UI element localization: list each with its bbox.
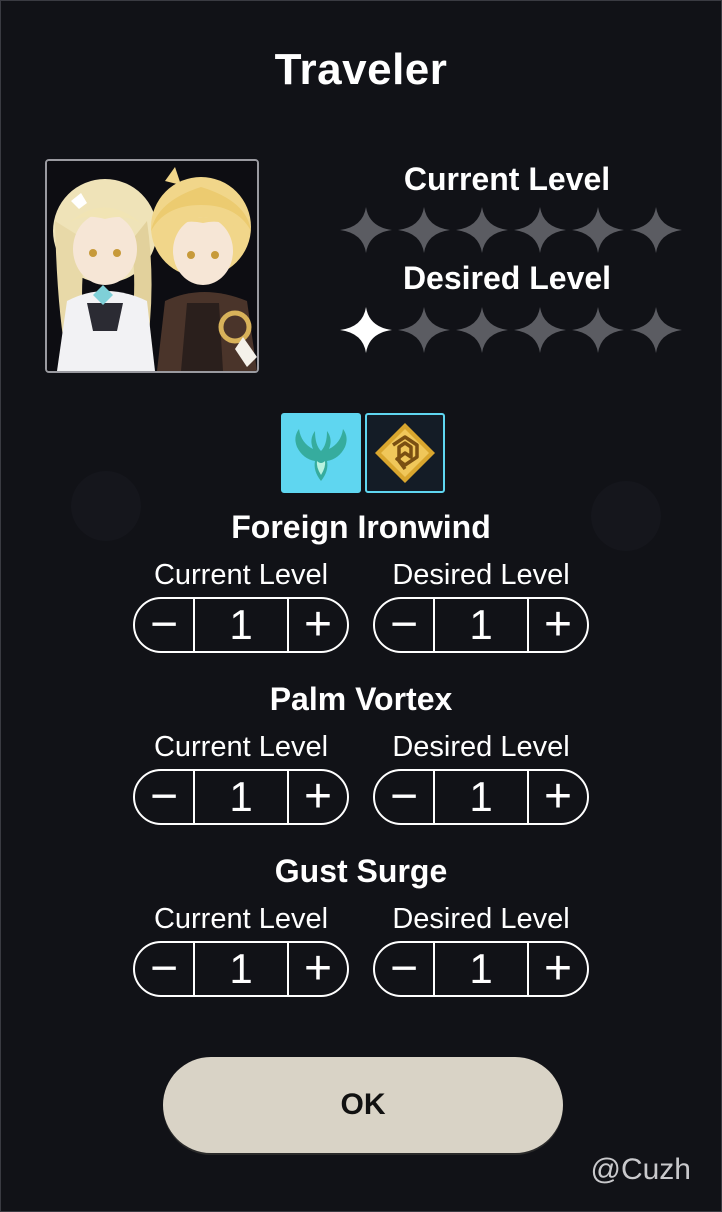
desired-level-stepper: −1 + xyxy=(373,941,589,997)
anemo-element-button[interactable] xyxy=(281,413,361,493)
current-level-value[interactable]: 1 xyxy=(195,599,287,651)
current-level-decrement-button[interactable]: − xyxy=(135,943,195,995)
current-level-label: Current Level xyxy=(153,903,329,935)
current-level-label: Current Level xyxy=(153,559,329,591)
current-level-increment-button[interactable]: + xyxy=(287,943,347,995)
character-dialog: Traveler Current Level Desired Level For… xyxy=(0,0,722,1212)
desired-level-increment-button[interactable]: + xyxy=(527,599,587,651)
character-portrait xyxy=(45,159,259,373)
ok-button[interactable]: OK xyxy=(163,1057,563,1153)
talent-name: Gust Surge xyxy=(274,853,448,889)
current-level-decrement-button[interactable]: − xyxy=(135,599,195,651)
current-level-stepper: −1 + xyxy=(133,941,349,997)
anemo-emblem-icon xyxy=(295,429,347,481)
current-level-star-icon[interactable] xyxy=(569,205,627,255)
current-level-star-icon[interactable] xyxy=(453,205,511,255)
desired-level-label: Desired Level xyxy=(392,903,570,935)
desired-level-label: Desired Level xyxy=(392,731,570,763)
desired-level-stars xyxy=(337,305,685,355)
current-level-star-icon[interactable] xyxy=(337,205,395,255)
current-level-value[interactable]: 1 xyxy=(195,943,287,995)
desired-level-star-icon[interactable] xyxy=(453,305,511,355)
desired-level-heading: Desired Level xyxy=(402,260,612,296)
current-level-decrement-button[interactable]: − xyxy=(135,771,195,823)
current-level-star-icon[interactable] xyxy=(511,205,569,255)
desired-level-value[interactable]: 1 xyxy=(435,771,527,823)
current-level-stepper: −1 + xyxy=(133,597,349,653)
current-level-stepper: −1 + xyxy=(133,769,349,825)
desired-level-label: Desired Level xyxy=(392,559,570,591)
desired-level-star-icon[interactable] xyxy=(569,305,627,355)
element-selector xyxy=(281,413,445,493)
current-level-value[interactable]: 1 xyxy=(195,771,287,823)
desired-level-increment-button[interactable]: + xyxy=(527,943,587,995)
current-level-label: Current Level xyxy=(153,731,329,763)
desired-level-decrement-button[interactable]: − xyxy=(375,943,435,995)
desired-level-star-icon[interactable] xyxy=(337,305,395,355)
current-level-heading: Current Level xyxy=(403,161,611,197)
desired-level-value[interactable]: 1 xyxy=(435,599,527,651)
geo-emblem-icon xyxy=(375,423,435,483)
character-title: Traveler xyxy=(274,45,448,94)
desired-level-decrement-button[interactable]: − xyxy=(375,599,435,651)
talent-name: Palm Vortex xyxy=(269,681,453,717)
desired-level-increment-button[interactable]: + xyxy=(527,771,587,823)
desired-level-star-icon[interactable] xyxy=(511,305,569,355)
desired-level-stepper: −1 + xyxy=(373,769,589,825)
current-level-increment-button[interactable]: + xyxy=(287,771,347,823)
desired-level-value[interactable]: 1 xyxy=(435,943,527,995)
current-level-star-icon[interactable] xyxy=(627,205,685,255)
current-level-increment-button[interactable]: + xyxy=(287,599,347,651)
traveler-portrait-image xyxy=(47,161,257,371)
current-level-stars xyxy=(337,205,685,255)
desired-level-star-icon[interactable] xyxy=(395,305,453,355)
current-level-star-icon[interactable] xyxy=(395,205,453,255)
talent-name: Foreign Ironwind xyxy=(231,509,491,545)
desired-level-decrement-button[interactable]: − xyxy=(375,771,435,823)
watermark: @Cuzh xyxy=(590,1153,692,1186)
desired-level-stepper: −1 + xyxy=(373,597,589,653)
desired-level-star-icon[interactable] xyxy=(627,305,685,355)
geo-element-button[interactable] xyxy=(365,413,445,493)
